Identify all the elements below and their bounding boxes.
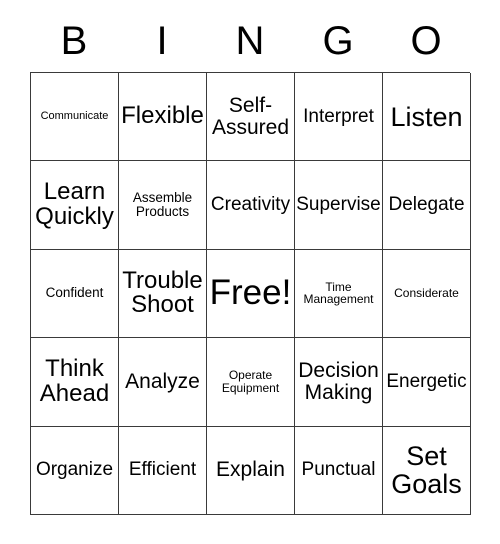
bingo-cell-label: Flexible (121, 102, 204, 130)
bingo-cell-label: Communicate (40, 109, 109, 122)
bingo-cell[interactable]: Energetic (383, 338, 471, 427)
bingo-cell[interactable]: Trouble Shoot (119, 249, 207, 339)
bingo-grid: Communicate Flexible Self- Assured Interpre… (30, 72, 471, 515)
bingo-header-letter-b: B (60, 19, 88, 63)
bingo-cell-label: Self- Assured (211, 93, 290, 139)
bingo-cell[interactable]: Confident (31, 249, 119, 339)
bingo-cell[interactable]: Decision Making (295, 338, 383, 427)
bingo-cell[interactable]: Analyze (119, 338, 207, 427)
bingo-header-letter-o: O (410, 19, 442, 63)
bingo-free-space[interactable]: Free! (207, 249, 295, 339)
bingo-cell-label: Trouble Shoot (122, 266, 203, 319)
bingo-cell-label: Decision Making (298, 359, 379, 404)
bingo-cell-label: Learn Quickly (35, 178, 114, 231)
bingo-cell-label: Time Management (303, 280, 374, 307)
bingo-cell[interactable]: Supervise (295, 161, 383, 250)
bingo-cell-label: Interpret (303, 105, 374, 127)
bingo-cell[interactable]: Considerate (383, 249, 471, 339)
bingo-card: B I N G O Communicate Flexible Self- Assur… (30, 10, 471, 515)
bingo-cell-label: Efficient (128, 459, 197, 481)
bingo-cell[interactable]: Explain (207, 426, 295, 515)
bingo-cell-label: Considerate (394, 286, 459, 301)
bingo-cell[interactable]: Listen (383, 73, 471, 162)
bingo-header-letter-i: I (156, 19, 168, 63)
bingo-cell-label: Listen (390, 101, 463, 132)
bingo-cell[interactable]: Self- Assured (207, 73, 295, 162)
bingo-cell-label: Confident (45, 285, 104, 301)
bingo-cell[interactable]: Learn Quickly (31, 161, 119, 250)
bingo-cell[interactable]: Efficient (119, 426, 207, 515)
bingo-cell[interactable]: Flexible (119, 73, 207, 162)
bingo-cell-label: Free! (209, 273, 292, 313)
bingo-cell-label: Assemble Products (132, 190, 193, 220)
bingo-cell-label: Set Goals (391, 441, 462, 500)
bingo-cell-label: Analyze (125, 369, 200, 393)
bingo-cell[interactable]: Think Ahead (31, 338, 119, 427)
bingo-header-row: B I N G O (30, 10, 470, 72)
bingo-header-letter-g: G (322, 19, 354, 63)
bingo-cell-label: Delegate (388, 194, 465, 216)
bingo-cell-label: Explain (216, 458, 285, 482)
bingo-cell[interactable]: Time Management (295, 249, 383, 339)
bingo-cell-label: Operate Equipment (221, 368, 280, 395)
bingo-cell-label: Punctual (301, 459, 376, 481)
bingo-cell[interactable]: Set Goals (383, 426, 471, 515)
bingo-cell-label: Think Ahead (39, 354, 110, 407)
bingo-cell[interactable]: Communicate (31, 73, 119, 162)
bingo-cell[interactable]: Creativity (207, 161, 295, 250)
bingo-cell[interactable]: Assemble Products (119, 161, 207, 250)
bingo-cell-label: Energetic (386, 370, 467, 392)
bingo-cell[interactable]: Operate Equipment (207, 338, 295, 427)
bingo-header-letter-n: N (235, 19, 265, 63)
bingo-cell-label: Organize (35, 459, 114, 481)
bingo-cell[interactable]: Interpret (295, 73, 383, 162)
bingo-cell-label: Supervise (296, 194, 381, 216)
bingo-cell[interactable]: Organize (31, 426, 119, 515)
bingo-cell-label: Creativity (210, 194, 291, 216)
bingo-cell[interactable]: Punctual (295, 426, 383, 515)
bingo-cell[interactable]: Delegate (383, 161, 471, 250)
